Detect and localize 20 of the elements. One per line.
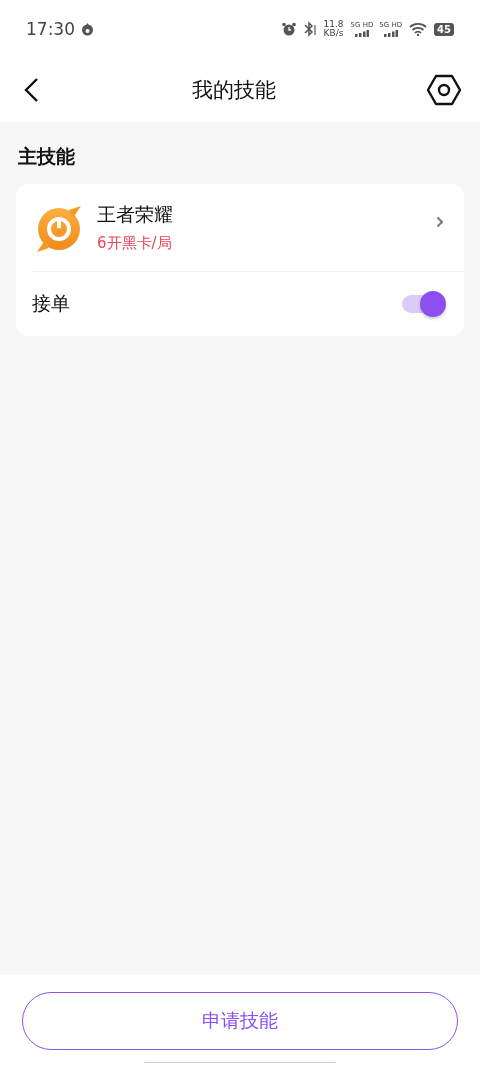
battery-indicator: 45 bbox=[434, 22, 454, 36]
network-speed-unit: KB/s bbox=[323, 29, 344, 38]
skill-price: 6开黑卡/局 bbox=[97, 234, 173, 253]
page-title: 我的技能 bbox=[192, 77, 276, 104]
chevron-right-icon bbox=[436, 216, 444, 228]
clock: 17:30 bbox=[26, 19, 75, 39]
section-title: 主技能 bbox=[18, 144, 76, 169]
order-toggle[interactable] bbox=[402, 290, 446, 318]
settings-button[interactable] bbox=[426, 74, 462, 106]
game-logo-icon bbox=[35, 203, 83, 252]
apply-skill-button[interactable]: 申请技能 bbox=[22, 992, 458, 1050]
bluetooth-icon bbox=[302, 21, 317, 37]
network-speed: 11.8 bbox=[323, 20, 344, 29]
skill-name: 王者荣耀 bbox=[97, 202, 174, 227]
wifi-icon bbox=[409, 22, 428, 36]
signal-icon bbox=[383, 30, 398, 37]
signal-icon bbox=[354, 30, 369, 37]
alarm-icon bbox=[281, 22, 296, 36]
order-label: 接单 bbox=[32, 291, 70, 316]
skill-row[interactable]: 王者荣耀 6开黑卡/局 bbox=[16, 184, 464, 271]
